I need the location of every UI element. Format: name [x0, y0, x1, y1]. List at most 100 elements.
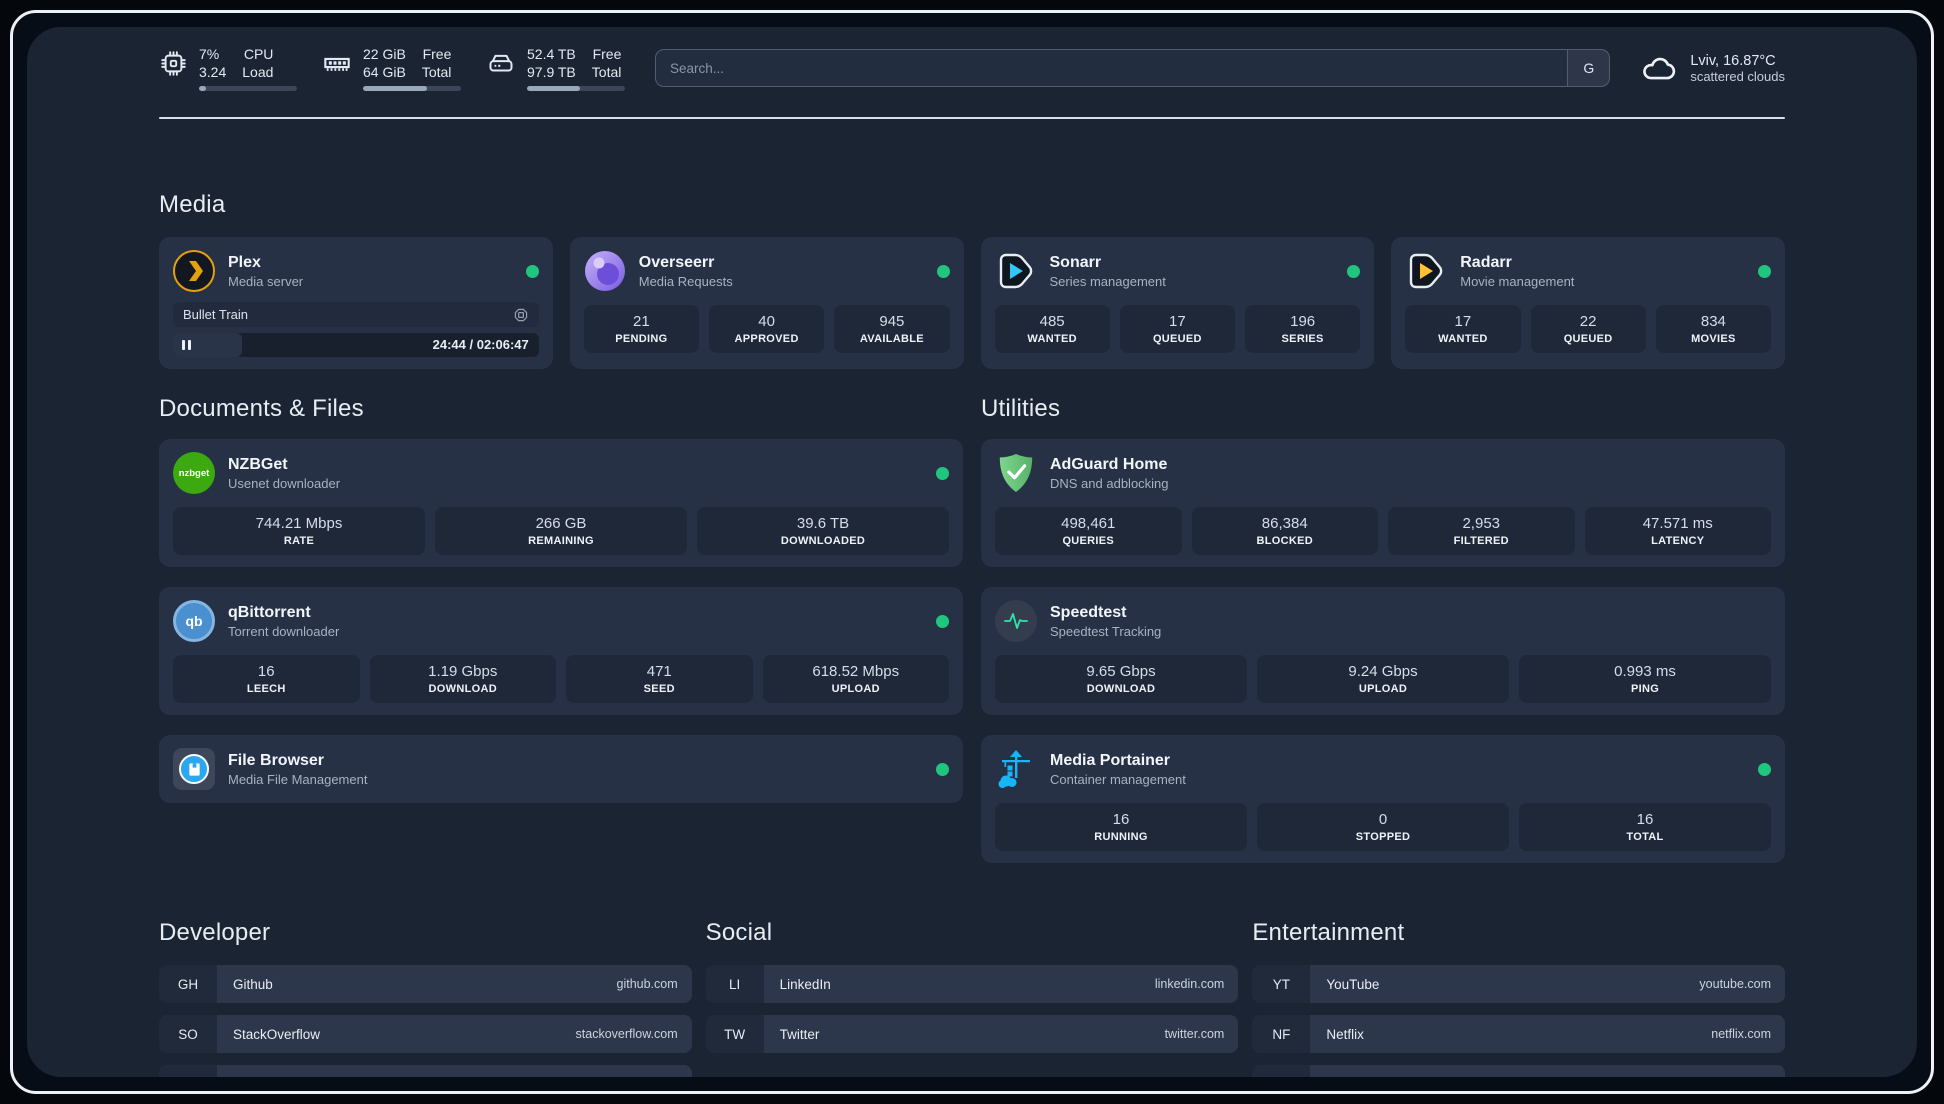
disk-total-label: Total — [591, 64, 622, 80]
memory-total-value: 64 GiB — [363, 64, 406, 80]
app-card-sonarr[interactable]: Sonarr Series management 485 WANTED 17 Q… — [980, 237, 1375, 369]
now-playing-title: Bullet Train — [183, 307, 249, 322]
app-name: qBittorrent — [228, 603, 311, 621]
nzbget-icon: nzbget — [173, 452, 215, 494]
stat-upload: 9.24 Gbps UPLOAD — [1257, 655, 1509, 703]
stat-movies: 834 MOVIES — [1655, 305, 1771, 353]
search-engine-button[interactable]: G — [1567, 50, 1610, 86]
app-card-portainer[interactable]: Media Portainer Container management 16 … — [981, 735, 1785, 863]
bookmark-url: linkedin.com — [1154, 977, 1225, 991]
memory-total-label: Total — [421, 64, 452, 80]
memory-stat: 22 GiB 64 GiB Free Total — [323, 45, 461, 91]
header-divider — [159, 117, 1785, 119]
app-description: Usenet downloader — [228, 475, 341, 491]
section-title-entertainment: Entertainment — [1252, 919, 1405, 946]
search-input[interactable] — [656, 50, 1568, 86]
section-media: Media Plex Media server Bullet Train 24:… — [159, 191, 1785, 369]
bookmark-abbr: SO — [159, 1015, 217, 1053]
bookmark-abbr: GH — [159, 965, 217, 1003]
bookmark-abbr: RE — [1252, 1065, 1311, 1077]
app-name: NZBGet — [228, 455, 288, 473]
status-dot — [1758, 762, 1771, 776]
app-card-overseerr[interactable]: Overseerr Media Requests 21 PENDING 40 A… — [569, 237, 964, 369]
app-card-plex[interactable]: Plex Media server Bullet Train 24:44 / 0… — [159, 237, 553, 369]
stat-upload: 618.52 Mbps UPLOAD — [762, 655, 949, 703]
bookmark-stackoverflow[interactable]: SO StackOverflow stackoverflow.com — [159, 1015, 692, 1053]
media-type-icon — [513, 307, 529, 323]
app-name: Overseerr — [638, 253, 715, 271]
bookmark-abbr: NF — [1252, 1015, 1311, 1053]
plex-now-playing: Bullet Train 24:44 / 02:06:47 — [173, 302, 539, 357]
portainer-icon — [995, 748, 1037, 790]
disk-free-label: Free — [592, 46, 622, 62]
bookmark-url: youtube.com — [1699, 977, 1771, 991]
weather-location: Lviv, 16.87°C — [1690, 52, 1776, 69]
sonarr-icon — [995, 250, 1037, 292]
stat-filtered: 2,953 FILTERED — [1388, 507, 1575, 555]
top-bar: 7% 3.24 CPU Load 22 GiB 64 GiB Free Tota… — [159, 41, 1785, 95]
plex-icon — [173, 250, 215, 292]
bookmark-linkedin[interactable]: LI LinkedIn linkedin.com — [705, 965, 1239, 1003]
stat-seed: 471 SEED — [566, 655, 753, 703]
bookmark-url: github.com — [616, 977, 678, 991]
bookmark-youtube[interactable]: YT YouTube youtube.com — [1252, 965, 1785, 1003]
stat-queries: 498,461 QUERIES — [995, 507, 1182, 555]
app-card-filebrowser[interactable]: File Browser Media File Management — [159, 735, 963, 803]
app-description: Media Requests — [638, 273, 733, 289]
bookmark-reddit[interactable]: RE Reddit reddit.com — [1252, 1065, 1785, 1077]
app-description: Movie management — [1460, 273, 1575, 289]
memory-free-label: Free — [422, 46, 452, 62]
radarr-icon — [1405, 250, 1447, 292]
overseerr-icon — [584, 250, 626, 292]
app-description: Series management — [1049, 273, 1166, 289]
bookmark-netflix[interactable]: NF Netflix netflix.com — [1252, 1015, 1785, 1053]
memory-progress-fill — [363, 86, 427, 91]
app-name: Sonarr — [1049, 253, 1102, 271]
bookmark-group-entertainment: Entertainment YT YouTube youtube.com NF … — [1252, 919, 1785, 1077]
bookmark-name: Twitter — [779, 1026, 820, 1042]
app-name: Speedtest — [1050, 603, 1127, 621]
section-documents: Documents & Files nzbget NZBGet Usenet d… — [159, 395, 963, 863]
bookmark-name: Github — [233, 976, 273, 992]
bookmark-github[interactable]: GH Github github.com — [159, 965, 692, 1003]
disk-progress-fill — [527, 86, 580, 91]
app-card-qbittorrent[interactable]: qb qBittorrent Torrent downloader 16 LEE… — [159, 587, 963, 715]
disk-free-value: 52.4 TB — [527, 46, 576, 62]
app-name: Media Portainer — [1050, 751, 1171, 769]
qbittorrent-icon: qb — [173, 600, 215, 642]
app-description: Speedtest Tracking — [1050, 623, 1162, 639]
app-card-nzbget[interactable]: nzbget NZBGet Usenet downloader 744.21 M… — [159, 439, 963, 567]
app-card-speedtest[interactable]: Speedtest Speedtest Tracking 9.65 Gbps D… — [981, 587, 1785, 715]
cpu-progress-fill — [199, 86, 206, 91]
search-bar[interactable]: G — [655, 49, 1611, 87]
disk-icon — [487, 49, 515, 77]
cpu-progress-bar — [199, 86, 297, 91]
stat-wanted: 485 WANTED — [994, 305, 1110, 353]
bookmark-group-social: Social LI LinkedIn linkedin.com TW Twitt… — [705, 919, 1239, 1077]
cpu-load-value: 3.24 — [199, 64, 227, 80]
adguard-icon — [995, 452, 1037, 494]
app-card-radarr[interactable]: Radarr Movie management 17 WANTED 22 QUE… — [1391, 237, 1785, 369]
bookmark-url: twitter.com — [1164, 1027, 1225, 1041]
memory-icon — [323, 49, 351, 77]
status-dot — [1347, 264, 1361, 278]
cpu-chip-icon — [159, 49, 187, 77]
app-name: File Browser — [228, 751, 325, 769]
speedtest-icon — [995, 600, 1037, 642]
bookmark-dev[interactable]: DT DEV dev.to — [159, 1065, 692, 1077]
device-frame: 7% 3.24 CPU Load 22 GiB 64 GiB Free Tota… — [10, 10, 1934, 1094]
disk-progress-bar — [527, 86, 625, 91]
memory-free-value: 22 GiB — [363, 46, 406, 62]
app-description: Media server — [228, 273, 304, 289]
stat-approved: 40 APPROVED — [709, 305, 825, 353]
section-title-developer: Developer — [159, 919, 271, 946]
stat-total: 16 TOTAL — [1519, 803, 1771, 851]
weather-condition: scattered clouds — [1690, 68, 1785, 84]
stat-queued: 17 QUEUED — [1119, 305, 1235, 353]
app-card-adguard[interactable]: AdGuard Home DNS and adblocking 498,461 … — [981, 439, 1785, 567]
stat-latency: 47.571 ms LATENCY — [1584, 507, 1771, 555]
bookmark-twitter[interactable]: TW Twitter twitter.com — [705, 1015, 1239, 1053]
system-stats: 7% 3.24 CPU Load 22 GiB 64 GiB Free Tota… — [159, 45, 625, 91]
weather-widget: Lviv, 16.87°C scattered clouds — [1640, 51, 1785, 85]
bookmark-url: stackoverflow.com — [575, 1027, 678, 1041]
